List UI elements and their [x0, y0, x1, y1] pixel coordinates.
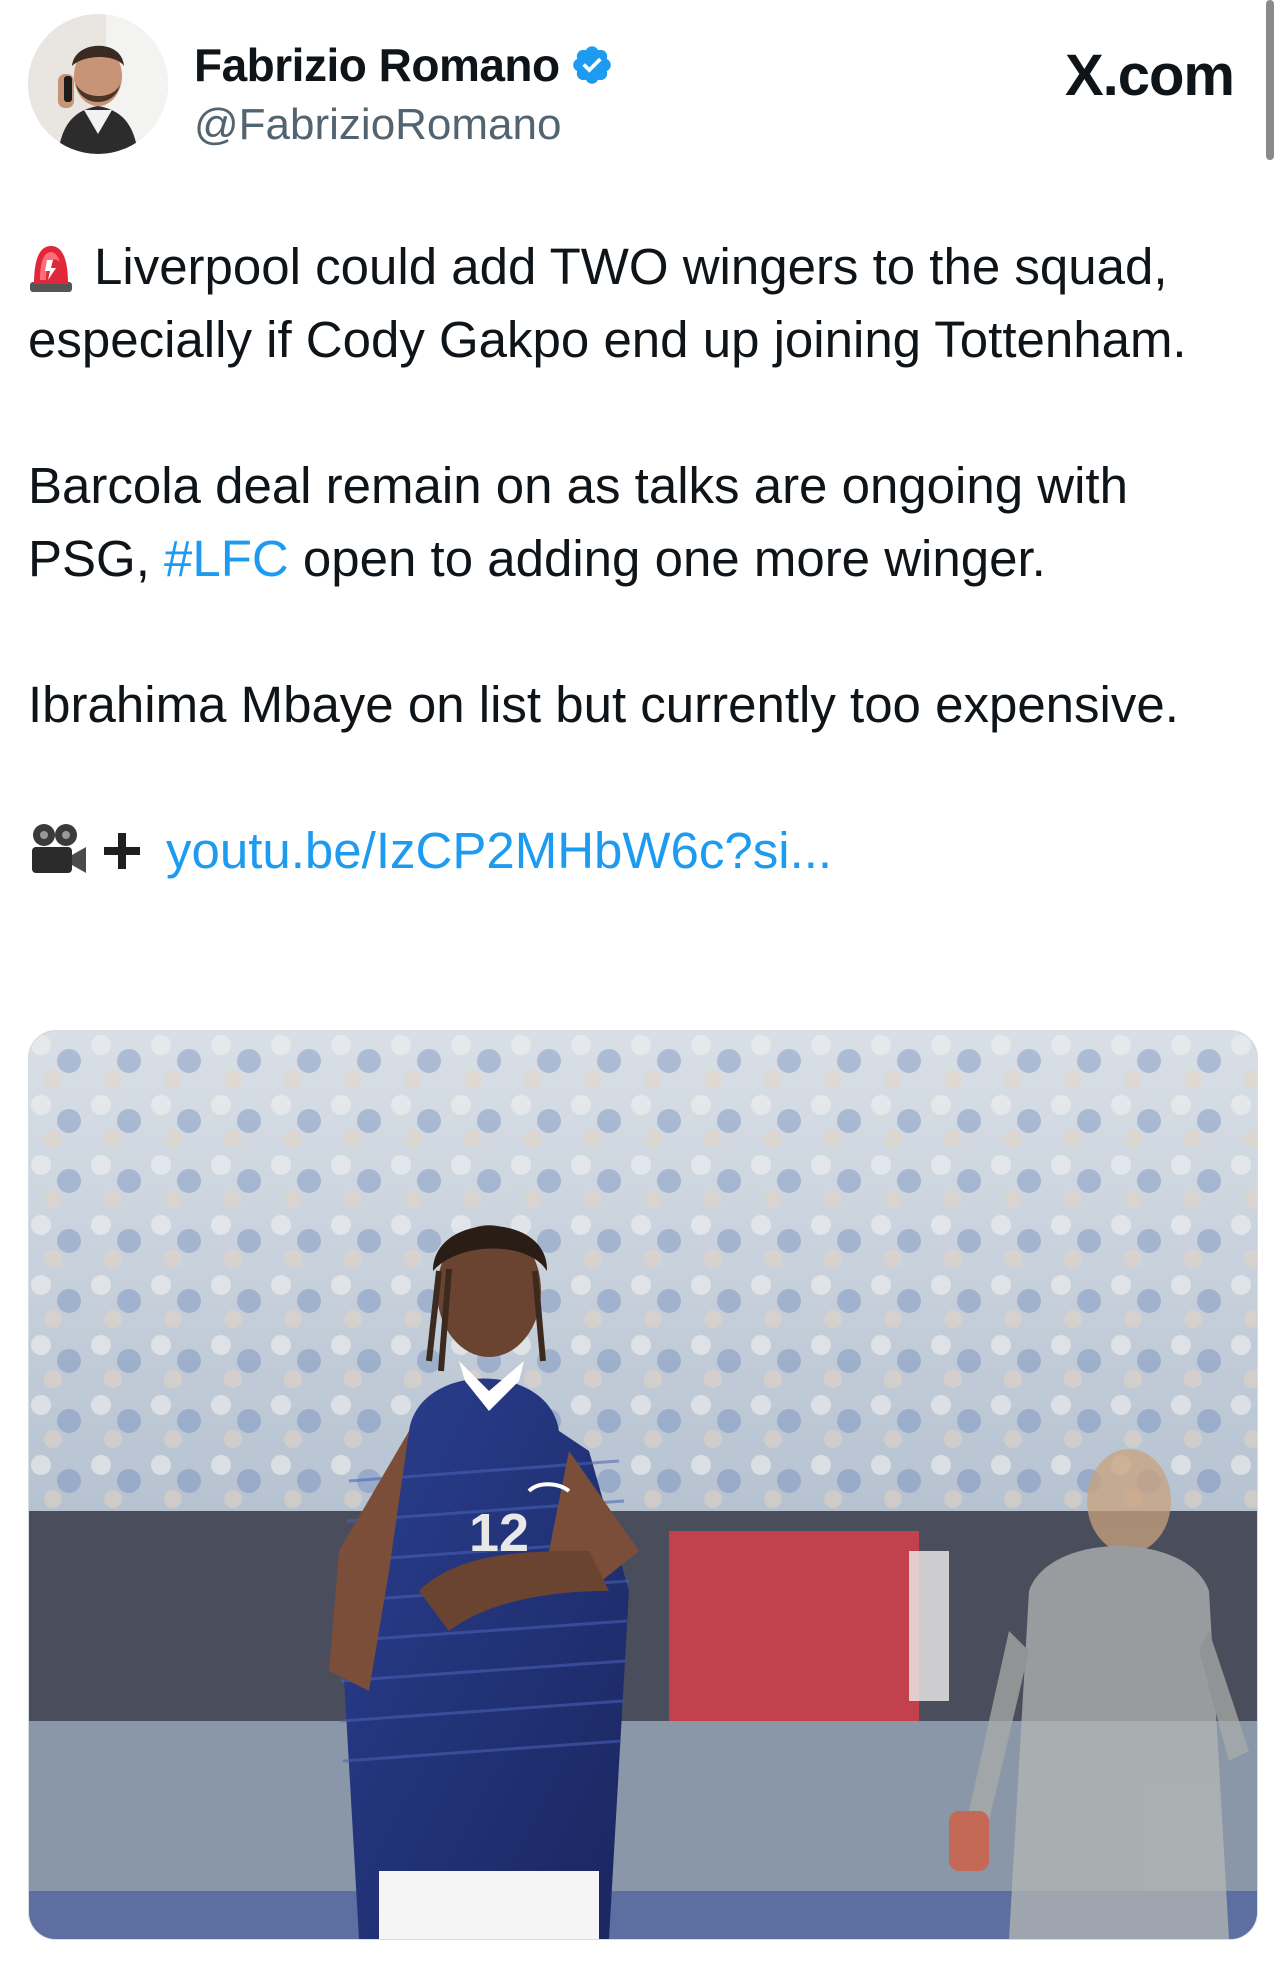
avatar[interactable]: [28, 14, 168, 154]
rotating-light-icon: [30, 246, 72, 292]
paragraph-1: Liverpool could add TWO wingers to the s…: [28, 230, 1256, 376]
plus-icon: [104, 832, 140, 869]
movie-camera-icon: [32, 823, 86, 873]
author-handle[interactable]: @FabrizioRomano: [194, 100, 561, 150]
link-row: youtu.be/IzCP2MHbW6c?si...: [28, 814, 1256, 887]
tweet-text: Liverpool could add TWO wingers to the s…: [28, 230, 1256, 887]
youtube-link[interactable]: youtu.be/IzCP2MHbW6c?si...: [166, 814, 832, 887]
site-label: X.com: [1064, 43, 1235, 108]
tweet-image[interactable]: 12: [28, 1030, 1258, 1940]
author-name[interactable]: Fabrizio Romano: [194, 38, 560, 92]
paragraph-2: Barcola deal remain on as talks are ongo…: [28, 449, 1256, 595]
paragraph-2-end: open to adding one more winger.: [288, 530, 1046, 587]
verified-badge-icon: [572, 46, 611, 84]
paragraph-1-text: Liverpool could add TWO wingers to the s…: [28, 238, 1187, 368]
scrollbar[interactable]: [1266, 0, 1274, 160]
hashtag-link[interactable]: #LFC: [164, 530, 289, 587]
jersey-number: 12: [469, 1503, 529, 1563]
tweet-header: Fabrizio Romano @FabrizioRomano X.com: [28, 14, 1256, 154]
paragraph-3: Ibrahima Mbaye on list but currently too…: [28, 676, 1179, 733]
